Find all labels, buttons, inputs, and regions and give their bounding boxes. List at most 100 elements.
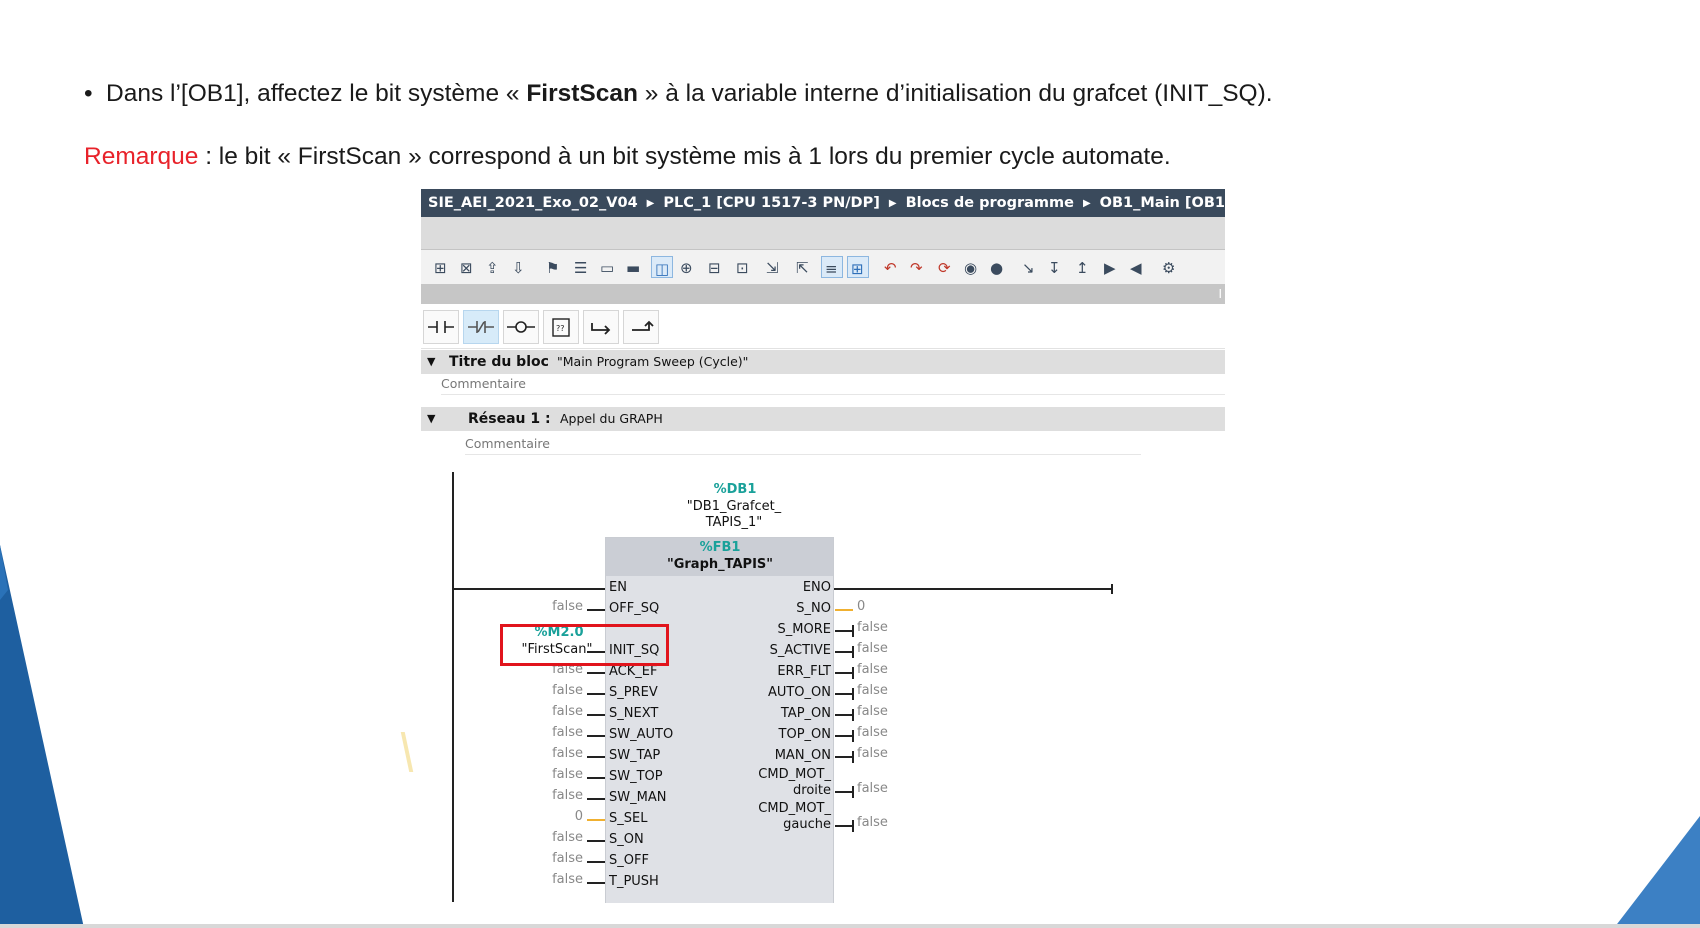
input-pin-wire (587, 672, 605, 674)
step-back-icon[interactable]: ◀ (1127, 256, 1149, 278)
instance-db-name-line2[interactable]: TAPIS_1" (659, 515, 809, 530)
input-value[interactable]: false (521, 851, 583, 866)
network-up-icon[interactable]: ⇪ (483, 256, 505, 278)
input-value[interactable]: false (521, 683, 583, 698)
open-branch-icon[interactable]: ⇲ (763, 256, 785, 278)
network-label: Réseau 1 : (468, 411, 551, 427)
output-value[interactable]: false (857, 662, 888, 677)
svg-text:⚑: ⚑ (546, 259, 559, 277)
firstscan-highlight-box (500, 624, 669, 666)
input-value[interactable]: false (521, 725, 583, 740)
breadcrumb-plc[interactable]: PLC_1 [CPU 1517-3 PN/DP] (663, 189, 879, 217)
output-value[interactable]: false (857, 641, 888, 656)
output-pin-tick (852, 730, 854, 742)
close-branch-icon[interactable] (623, 310, 659, 344)
output-pin-label: TOP_ON (778, 727, 831, 742)
go-to-next-error-icon[interactable]: ↷ (907, 256, 929, 278)
close-branch-icon[interactable]: ⇱ (793, 256, 815, 278)
svg-text:⇱: ⇱ (796, 259, 809, 277)
coil-icon[interactable] (503, 310, 539, 344)
block-title-label: Titre du bloc (449, 354, 549, 370)
collapse-triangle-icon[interactable]: ▼ (427, 407, 435, 431)
block-comment[interactable]: Commentaire (441, 374, 1225, 395)
editor-subheader-bar: I (421, 284, 1225, 304)
output-pin-label: S_ACTIVE (769, 643, 831, 658)
network-header[interactable]: ▼ Réseau 1 : Appel du GRAPH (421, 407, 1225, 431)
input-pin-wire (587, 861, 605, 863)
output-value[interactable]: false (857, 781, 888, 796)
output-value[interactable]: false (857, 704, 888, 719)
insert-network-icon[interactable]: ⊞ (431, 256, 453, 278)
output-pin-wire (835, 609, 853, 611)
slide-bottom-border (0, 924, 1700, 928)
input-value[interactable]: false (521, 746, 583, 761)
breadcrumb-ob1[interactable]: OB1_Main [OB1] (1100, 189, 1225, 217)
ladder-instructions-bar: ?? (421, 306, 1225, 349)
absolute-operand-icon[interactable]: ⚑ (543, 256, 565, 278)
output-value[interactable]: false (857, 815, 888, 830)
breakpoint-icon[interactable]: ● (987, 256, 1009, 278)
network-title: Appel du GRAPH (560, 411, 663, 426)
instance-db-name-line1[interactable]: "DB1_Grafcet_ (659, 499, 809, 514)
input-value[interactable]: false (521, 704, 583, 719)
display-favorites-icon[interactable]: ☰ (571, 256, 593, 278)
empty-box-icon[interactable]: ?? (543, 310, 579, 344)
show-networks-icon[interactable]: ▭ (597, 256, 619, 278)
output-value[interactable]: 0 (857, 599, 865, 614)
insert-row-icon[interactable]: ⊕ (677, 256, 699, 278)
bullet-text-1: Dans l’[OB1], affectez le bit système « (106, 80, 527, 107)
input-value[interactable]: false (521, 872, 583, 887)
breadcrumb-project[interactable]: SIE_AEI_2021_Exo_02_V04 (428, 189, 638, 217)
step-out-icon[interactable]: ↥ (1073, 256, 1095, 278)
delete-network-icon[interactable]: ⊠ (457, 256, 479, 278)
wire-end-mark (1111, 584, 1113, 594)
run-icon[interactable]: ▶ (1101, 256, 1123, 278)
block-title-header[interactable]: ▼ Titre du bloc "Main Program Sweep (Cyc… (421, 350, 1225, 374)
input-value[interactable]: false (521, 830, 583, 845)
instruction-bullet: • Dans l’[OB1], affectez le bit système «… (84, 80, 1273, 108)
output-pin-wire (835, 756, 853, 758)
input-pin-label: T_PUSH (609, 874, 659, 889)
step-into-icon[interactable]: ↘ (1019, 256, 1041, 278)
remark-line: Remarque : le bit « FirstScan » correspo… (84, 143, 1171, 171)
input-pin-label: SW_MAN (609, 790, 667, 805)
monitor-icon[interactable]: ◉ (961, 256, 983, 278)
output-value[interactable]: false (857, 620, 888, 635)
update-call-icon[interactable]: ⟳ (935, 256, 957, 278)
input-value[interactable]: false (521, 788, 583, 803)
output-pin-label: TAP_ON (780, 706, 831, 721)
settings-icon[interactable]: ⚙ (1159, 256, 1181, 278)
collapse-triangle-icon[interactable]: ▼ (427, 350, 435, 374)
open-branch-icon[interactable] (583, 310, 619, 344)
breadcrumb-program-blocks[interactable]: Blocs de programme (906, 189, 1074, 217)
network-comment[interactable]: Commentaire (465, 434, 1141, 455)
insert-empty-box-icon[interactable]: ⊡ (733, 256, 755, 278)
insert-box-icon[interactable]: ⊟ (705, 256, 727, 278)
input-pin-wire (587, 819, 605, 821)
step-over-icon[interactable]: ↧ (1045, 256, 1067, 278)
output-pin-label-line1: CMD_MOT_ (758, 801, 831, 816)
comment-icon[interactable]: ◫ (651, 256, 673, 278)
output-value[interactable]: false (857, 746, 888, 761)
go-to-error-icon[interactable]: ↶ (881, 256, 903, 278)
output-pin-tick (852, 646, 854, 658)
en-wire (452, 588, 605, 590)
output-pin-wire (835, 825, 853, 827)
output-pin-wire (835, 714, 853, 716)
svg-text:⟳: ⟳ (938, 259, 951, 277)
input-value[interactable]: false (521, 767, 583, 782)
normally-open-contact-icon[interactable] (423, 310, 459, 344)
output-value[interactable]: false (857, 683, 888, 698)
output-value[interactable]: false (857, 725, 888, 740)
svg-text:●: ● (990, 259, 1003, 277)
list-icon[interactable]: ≡ (821, 256, 843, 278)
input-value[interactable]: false (521, 599, 583, 614)
network-down-icon[interactable]: ⇩ (509, 256, 531, 278)
input-value[interactable]: 0 (521, 809, 583, 824)
remark-label: Remarque (84, 143, 199, 170)
output-pin-tick (852, 688, 854, 700)
block-title-value: "Main Program Sweep (Cycle)" (557, 354, 749, 369)
list-checked-icon[interactable]: ⊞ (847, 256, 869, 278)
normally-closed-contact-icon[interactable] (463, 310, 499, 344)
close-networks-icon[interactable]: ▬ (623, 256, 645, 278)
